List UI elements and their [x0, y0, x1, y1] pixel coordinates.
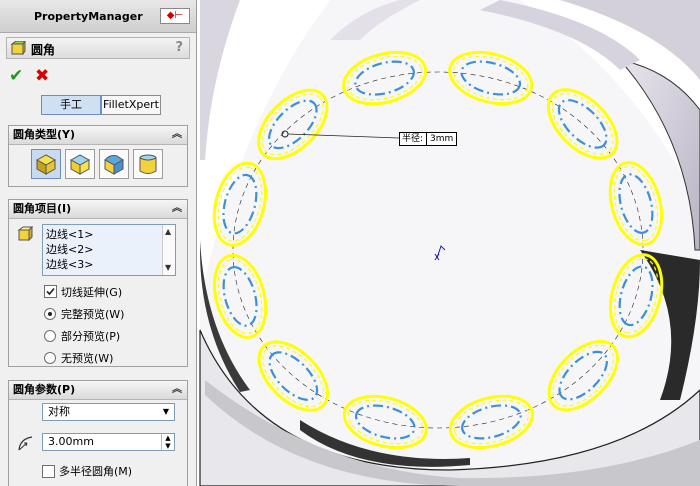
scroll-up-icon[interactable]: ▲	[165, 227, 171, 236]
fillet-params-group: 圆角参数(P) ︽ 对称 ▼ 3.00mm ▲ ▼ 多半径圆角(M)	[8, 380, 188, 486]
property-manager-header: PropertyManager ◆⊢	[0, 0, 196, 33]
radius-callout-value[interactable]: 3mm	[426, 133, 453, 145]
tab-manual[interactable]: 手工	[41, 95, 101, 115]
help-icon[interactable]: ?	[175, 40, 183, 55]
feature-header: 圆角 ?	[6, 37, 190, 59]
full-round-fillet-icon	[139, 154, 157, 174]
feature-title: 圆角	[31, 43, 56, 57]
property-manager-panel: PropertyManager ◆⊢ 圆角 ? ✔ ✖ 手工 FilletXpe…	[0, 0, 197, 486]
fillet-items-heading: 圆角项目(I)	[13, 202, 72, 215]
collapse-icon[interactable]: ︽	[172, 126, 182, 144]
property-manager-title: PropertyManager	[34, 10, 143, 23]
no-preview-radio[interactable]	[44, 352, 56, 364]
symmetric-select-value: 对称	[48, 405, 70, 418]
variable-radius-fillet-button[interactable]	[65, 149, 95, 179]
no-preview-label: 无预览(W)	[61, 352, 114, 365]
fillet-items-group: 圆角项目(I) ︽ 边线<1> 边线<2> 边线<3> ▲ ▼ 切线延伸(G) …	[8, 199, 188, 367]
constant-radius-fillet-icon	[35, 154, 57, 175]
fillet-params-header[interactable]: 圆角参数(P) ︽	[9, 381, 187, 400]
tab-filletxpert[interactable]: FilletXpert	[101, 95, 161, 115]
fillet-items-header[interactable]: 圆角项目(I) ︽	[9, 200, 187, 219]
edges-listbox[interactable]: 边线<1> 边线<2> 边线<3> ▲ ▼	[42, 224, 176, 276]
partial-preview-label: 部分预览(P)	[61, 330, 121, 343]
full-preview-radio[interactable]	[44, 308, 56, 320]
multi-radius-checkbox[interactable]	[42, 465, 55, 478]
list-item[interactable]: 边线<1>	[46, 226, 93, 241]
list-item[interactable]: 边线<3>	[46, 256, 93, 271]
symmetric-select[interactable]: 对称 ▼	[42, 403, 175, 421]
partial-preview-radio[interactable]	[44, 330, 56, 342]
collapse-icon[interactable]: ︽	[172, 200, 182, 218]
checkmark-icon	[46, 287, 55, 296]
radius-icon	[18, 436, 33, 451]
fillet-type-header[interactable]: 圆角类型(Y) ︽	[9, 126, 187, 145]
multi-radius-label: 多半径圆角(M)	[59, 465, 133, 478]
fillet-feature-icon	[11, 41, 26, 55]
constant-radius-fillet-button[interactable]	[31, 149, 61, 179]
face-fillet-icon	[104, 155, 124, 175]
edge-selection-icon	[17, 226, 33, 242]
scroll-down-icon[interactable]: ▼	[165, 263, 171, 272]
full-round-fillet-button[interactable]	[133, 149, 163, 179]
radius-input[interactable]: 3.00mm ▲ ▼	[42, 433, 175, 451]
tangent-propagation-checkbox[interactable]	[44, 285, 57, 298]
fillet-params-heading: 圆角参数(P)	[13, 383, 76, 396]
collapse-icon[interactable]: ︽	[172, 381, 182, 399]
list-item[interactable]: 边线<2>	[46, 241, 93, 256]
full-preview-label: 完整预览(W)	[61, 308, 125, 321]
scrollbar[interactable]: ▲ ▼	[162, 225, 175, 275]
tangent-propagation-label: 切线延伸(G)	[61, 286, 123, 299]
radius-value: 3.00mm	[48, 435, 94, 448]
variable-radius-fillet-icon	[69, 154, 91, 175]
graphics-viewport[interactable]: 半径: 3mm	[198, 0, 700, 486]
pin-icon[interactable]: ◆⊢	[160, 8, 190, 24]
chevron-down-icon: ▼	[162, 407, 169, 416]
face-fillet-button[interactable]	[99, 149, 129, 179]
cancel-button[interactable]: ✖	[35, 66, 49, 86]
ok-button[interactable]: ✔	[9, 66, 23, 86]
radius-callout-label: 半径:	[402, 134, 424, 144]
fillet-type-group: 圆角类型(Y) ︽	[8, 125, 188, 187]
radius-stepper[interactable]: ▲ ▼	[161, 434, 174, 450]
fillet-type-heading: 圆角类型(Y)	[13, 128, 76, 141]
radius-callout[interactable]: 半径: 3mm	[399, 132, 458, 146]
model-view[interactable]	[198, 0, 700, 486]
